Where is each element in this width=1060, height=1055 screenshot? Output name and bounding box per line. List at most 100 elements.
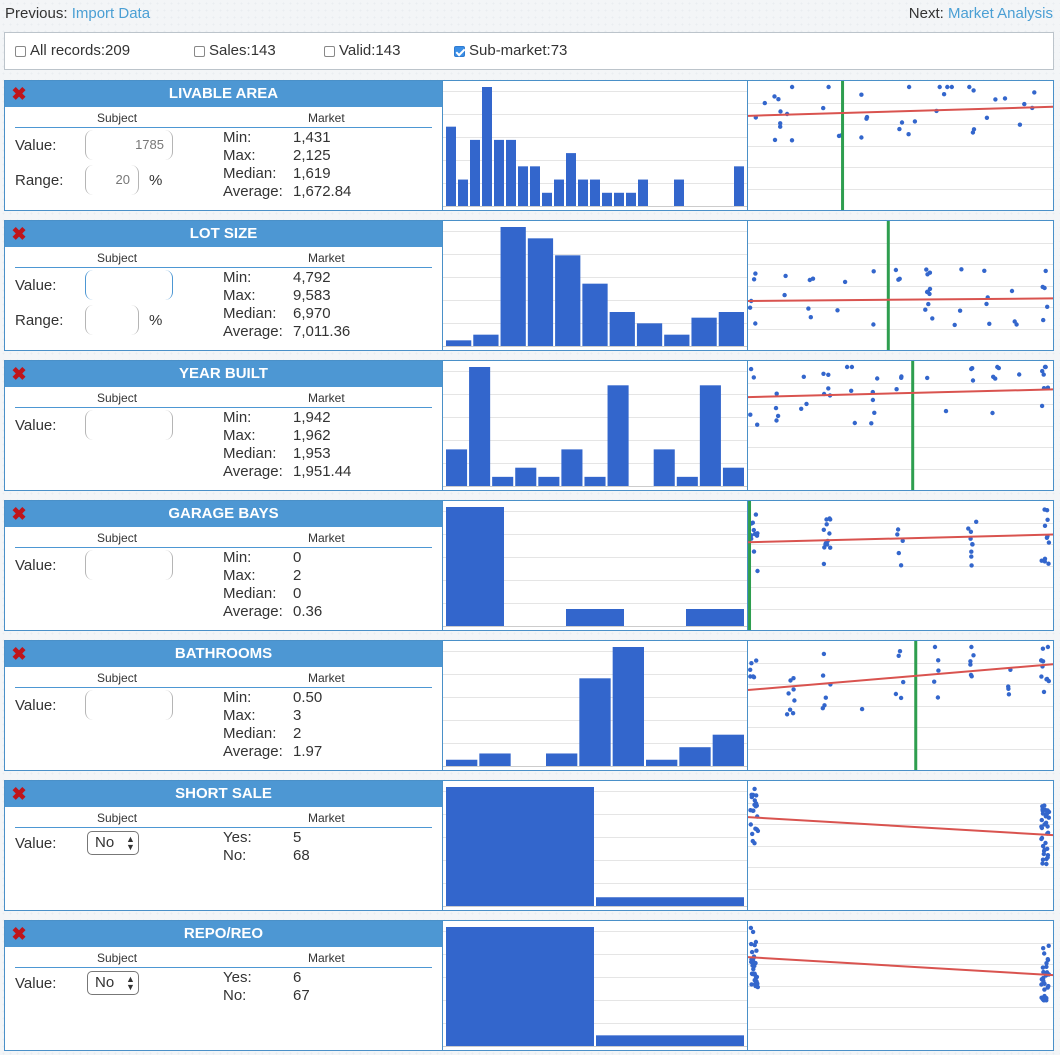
subject-value-input[interactable] xyxy=(85,270,173,300)
sales-checkbox[interactable] xyxy=(194,46,205,57)
scatter-point xyxy=(754,533,760,538)
import-data-link[interactable]: Import Data xyxy=(72,5,150,22)
scatter-point xyxy=(1017,122,1023,127)
filter-sub-market[interactable]: Sub-market:73 xyxy=(454,42,567,59)
stat-value: 1,672.84 xyxy=(293,183,352,200)
panel-title: REPO/REO xyxy=(183,925,264,942)
scatter-point xyxy=(826,372,831,377)
scatter-point xyxy=(895,527,901,532)
range-input[interactable] xyxy=(85,305,139,335)
subject-value-input[interactable] xyxy=(85,690,173,720)
scatter-point xyxy=(789,84,795,90)
subject-value-select[interactable]: No ▲ ▼ xyxy=(87,971,139,995)
histogram-bar xyxy=(699,385,721,486)
histogram-bar xyxy=(482,87,492,206)
column-divider xyxy=(15,547,432,548)
filter-valid[interactable]: Valid:143 xyxy=(324,42,400,59)
filter-all-records[interactable]: All records:209 xyxy=(15,42,130,59)
scatter-point xyxy=(826,84,831,90)
panel-details: ✖ LIVABLE AREA Subject Market Value: 178… xyxy=(5,81,442,210)
scatter-point xyxy=(971,88,976,93)
histogram-bar xyxy=(664,334,690,346)
next-nav: Next: Market Analysis xyxy=(909,5,1053,22)
column-divider xyxy=(15,127,432,128)
scatter-point xyxy=(912,119,918,124)
scatter-point xyxy=(925,375,930,381)
navigation-bar: Previous: Import Data Next: Market Analy… xyxy=(0,0,1060,28)
market-column-header: Market xyxy=(308,111,345,125)
all-records-checkbox[interactable] xyxy=(15,46,26,57)
scatter-point xyxy=(924,267,929,272)
filter-sales[interactable]: Sales:143 xyxy=(194,42,276,59)
subject-column-header: Subject xyxy=(97,811,138,825)
scatter-point xyxy=(967,84,972,90)
scatter-point xyxy=(1002,96,1008,101)
scatter-point xyxy=(932,679,937,684)
stat-label: Yes: xyxy=(223,829,252,846)
histogram-bar xyxy=(446,927,594,1046)
scatter-point xyxy=(1044,508,1050,513)
scatter-point xyxy=(1039,658,1044,663)
histogram-bar xyxy=(674,179,684,206)
scatter-point xyxy=(751,959,756,964)
scatter-point xyxy=(893,691,899,697)
histogram-bar xyxy=(538,476,560,486)
histogram-chart xyxy=(442,81,748,210)
close-x-icon[interactable]: ✖ xyxy=(11,785,27,803)
sub-market-checkbox[interactable] xyxy=(454,46,465,57)
scatter-point xyxy=(784,712,790,717)
market-column-header: Market xyxy=(308,671,345,685)
scatter-point xyxy=(1043,814,1048,819)
subject-value-input[interactable] xyxy=(85,410,173,440)
histogram-bar xyxy=(626,192,636,206)
close-x-icon[interactable]: ✖ xyxy=(11,365,27,383)
histogram-bar xyxy=(691,317,717,346)
valid-checkbox[interactable] xyxy=(324,46,335,57)
scatter-point xyxy=(748,925,754,931)
scatter-point xyxy=(778,121,783,126)
subject-column-header: Subject xyxy=(97,111,138,125)
subject-value-select[interactable]: No ▲ ▼ xyxy=(87,831,139,855)
scatter-point xyxy=(1040,861,1045,866)
stat-value: 1,962 xyxy=(293,427,331,444)
stat-label: Max: xyxy=(223,707,256,724)
scatter-point xyxy=(1041,997,1046,1003)
close-x-icon[interactable]: ✖ xyxy=(11,225,27,243)
close-x-icon[interactable]: ✖ xyxy=(11,925,27,943)
scatter-point xyxy=(755,981,760,986)
close-x-icon[interactable]: ✖ xyxy=(11,505,27,523)
scatter-point xyxy=(1009,288,1015,294)
scatter-point xyxy=(748,667,753,672)
scatter-point xyxy=(871,322,876,327)
histogram-bar xyxy=(607,385,629,486)
up-down-arrows-icon: ▲ ▼ xyxy=(126,974,135,992)
subject-value-input[interactable]: 1785 xyxy=(85,130,173,160)
close-x-icon[interactable]: ✖ xyxy=(11,645,27,663)
trend-line xyxy=(748,816,1053,837)
scatter-chart xyxy=(748,921,1053,1050)
subject-value-input[interactable] xyxy=(85,550,173,580)
histogram-bar xyxy=(515,467,537,486)
scatter-point xyxy=(927,291,932,297)
scatter-point xyxy=(754,793,759,798)
scatter-point xyxy=(1045,853,1051,858)
scatter-point xyxy=(791,676,796,681)
stat-value: 2,125 xyxy=(293,147,331,164)
close-x-icon[interactable]: ✖ xyxy=(11,85,27,103)
select-value: No xyxy=(95,974,115,991)
subject-column-header: Subject xyxy=(97,671,138,685)
histogram-bar xyxy=(596,897,744,906)
histogram-svg xyxy=(443,927,747,1047)
stat-value: 1,951.44 xyxy=(293,463,352,480)
histogram-bar xyxy=(470,139,480,206)
scatter-point xyxy=(749,941,754,947)
stat-value: 6,970 xyxy=(293,305,331,322)
scatter-point xyxy=(754,974,760,980)
histogram-chart xyxy=(442,221,748,350)
filter-label: Valid:143 xyxy=(339,42,401,59)
histogram-bar xyxy=(734,166,744,206)
market-analysis-link[interactable]: Market Analysis xyxy=(948,5,1053,22)
scatter-point xyxy=(820,706,825,711)
panel-details: ✖ YEAR BUILT Subject Market Value: Min: … xyxy=(5,361,442,490)
range-input[interactable]: 20 xyxy=(85,165,139,195)
